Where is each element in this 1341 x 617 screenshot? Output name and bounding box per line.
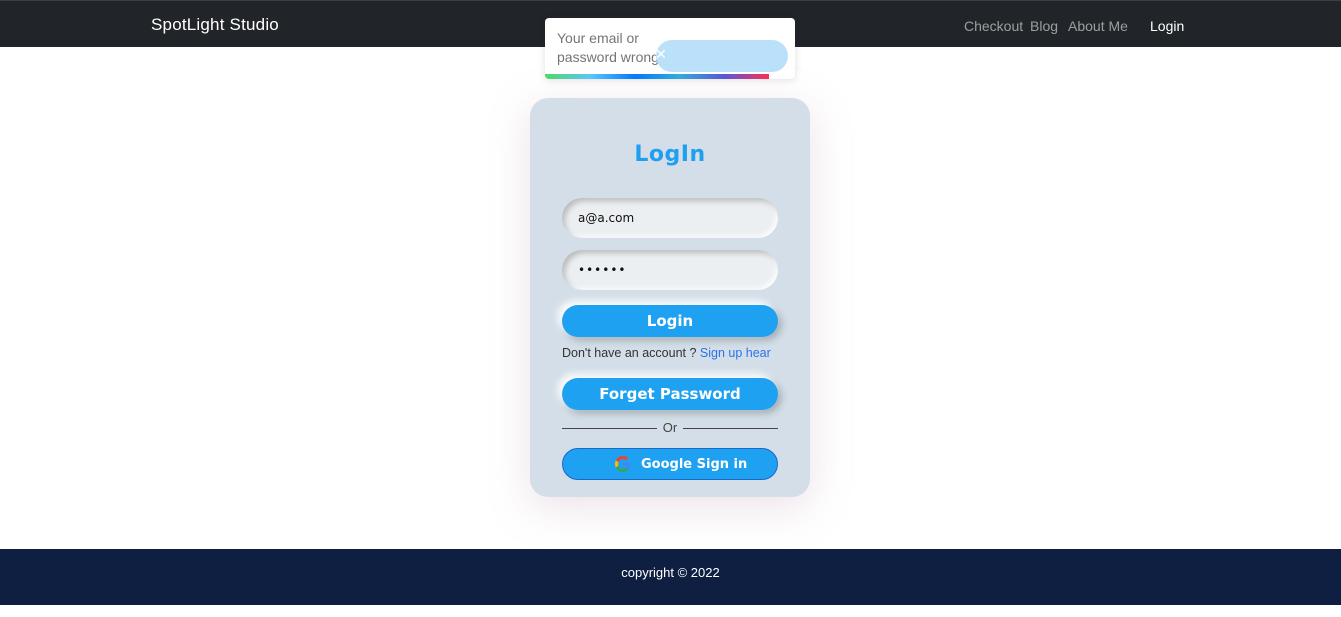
google-sign-in-button[interactable]: Google Sign in: [562, 448, 778, 480]
login-card: LogIn Login Don't have an account ? Sign…: [530, 98, 810, 497]
signup-prompt-text: Don't have an account ?: [562, 346, 700, 360]
copyright-text: copyright © 2022: [621, 565, 720, 580]
brand-link[interactable]: SpotLight Studio: [151, 15, 279, 35]
toast-close-pill: [656, 40, 788, 72]
footer: copyright © 2022: [0, 549, 1341, 605]
signup-link[interactable]: Sign up hear: [700, 346, 771, 360]
nav-link-checkout[interactable]: Checkout: [964, 18, 1023, 34]
email-field[interactable]: [562, 198, 778, 238]
nav-link-about-me[interactable]: About Me: [1068, 18, 1128, 34]
divider-line-right: [683, 428, 778, 429]
login-title: LogIn: [634, 142, 706, 167]
nav-link-blog[interactable]: Blog: [1030, 18, 1058, 34]
login-button[interactable]: Login: [562, 305, 778, 337]
forget-password-button[interactable]: Forget Password: [562, 378, 778, 410]
signup-prompt: Don't have an account ? Sign up hear: [562, 346, 792, 360]
close-icon[interactable]: ✕: [654, 48, 668, 62]
nav-link-login[interactable]: Login: [1150, 18, 1184, 34]
google-button-label: Google Sign in: [641, 457, 748, 472]
or-divider: Or: [562, 420, 778, 436]
google-logo-icon: [615, 456, 631, 472]
toast-message: Your email or password wrong: [557, 30, 659, 65]
error-toast: Your email or password wrong ✕: [545, 18, 795, 79]
password-field[interactable]: [562, 250, 778, 290]
toast-progress-bar: [545, 74, 769, 79]
